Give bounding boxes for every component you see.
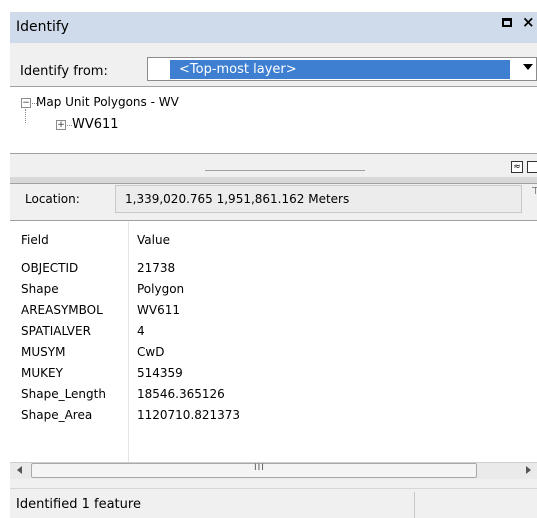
attribute-grid (10, 220, 537, 462)
table-row-field[interactable]: SPATIALVER (21, 324, 91, 338)
chevron-down-icon[interactable] (523, 64, 533, 70)
table-row-field[interactable]: Shape (21, 282, 59, 296)
table-row-value[interactable]: WV611 (137, 303, 180, 317)
table-row-field[interactable]: MUSYM (21, 345, 65, 359)
table-row-field[interactable]: OBJECTID (21, 261, 78, 275)
table-row-field[interactable]: AREASYMBOL (21, 303, 103, 317)
title-bar (10, 12, 537, 43)
close-icon[interactable]: × (522, 15, 535, 30)
status-text: Identified 1 feature (16, 497, 141, 512)
pin-icon[interactable]: ≈ (511, 161, 523, 173)
tree-item-feature[interactable]: WV611 (72, 117, 119, 132)
toolbar-button-edge[interactable] (527, 161, 537, 173)
table-row-value[interactable]: 18546.365126 (137, 387, 225, 401)
location-value: 1,339,020.765 1,951,861.162 Meters (125, 192, 350, 206)
table-row-field[interactable]: Shape_Area (21, 408, 92, 422)
table-row-value[interactable]: Polygon (137, 282, 184, 296)
tree-item-layer[interactable]: Map Unit Polygons - WV (36, 95, 179, 109)
splitter-handle[interactable] (205, 170, 365, 171)
location-label: Location: (25, 192, 80, 206)
column-header-field[interactable]: Field (21, 233, 49, 247)
table-row-value[interactable]: 1120710.821373 (137, 408, 240, 422)
identify-from-selected[interactable]: <Top-most layer> (170, 60, 510, 79)
window-title: Identify (16, 19, 69, 35)
table-row-value[interactable]: 514359 (137, 366, 183, 380)
identify-from-label: Identify from: (20, 64, 108, 79)
table-row-value[interactable]: 21738 (137, 261, 175, 275)
location-menu-icon[interactable]: ⊤ (531, 186, 537, 197)
scroll-left-icon[interactable] (17, 466, 22, 474)
expand-icon[interactable]: + (56, 120, 66, 130)
column-divider[interactable] (128, 222, 129, 462)
collapse-icon[interactable]: − (21, 98, 31, 108)
table-row-field[interactable]: MUKEY (21, 366, 63, 380)
table-row-value[interactable]: CwD (137, 345, 164, 359)
tree-connector (25, 109, 26, 123)
grip-icon: III (254, 463, 265, 473)
column-header-value[interactable]: Value (137, 233, 170, 247)
restore-box-icon[interactable] (502, 18, 512, 27)
table-row-value[interactable]: 4 (137, 324, 145, 338)
status-divider (414, 492, 415, 518)
table-row-field[interactable]: Shape_Length (21, 387, 106, 401)
scroll-right-icon[interactable] (526, 466, 531, 474)
splitter-band[interactable] (10, 177, 537, 184)
